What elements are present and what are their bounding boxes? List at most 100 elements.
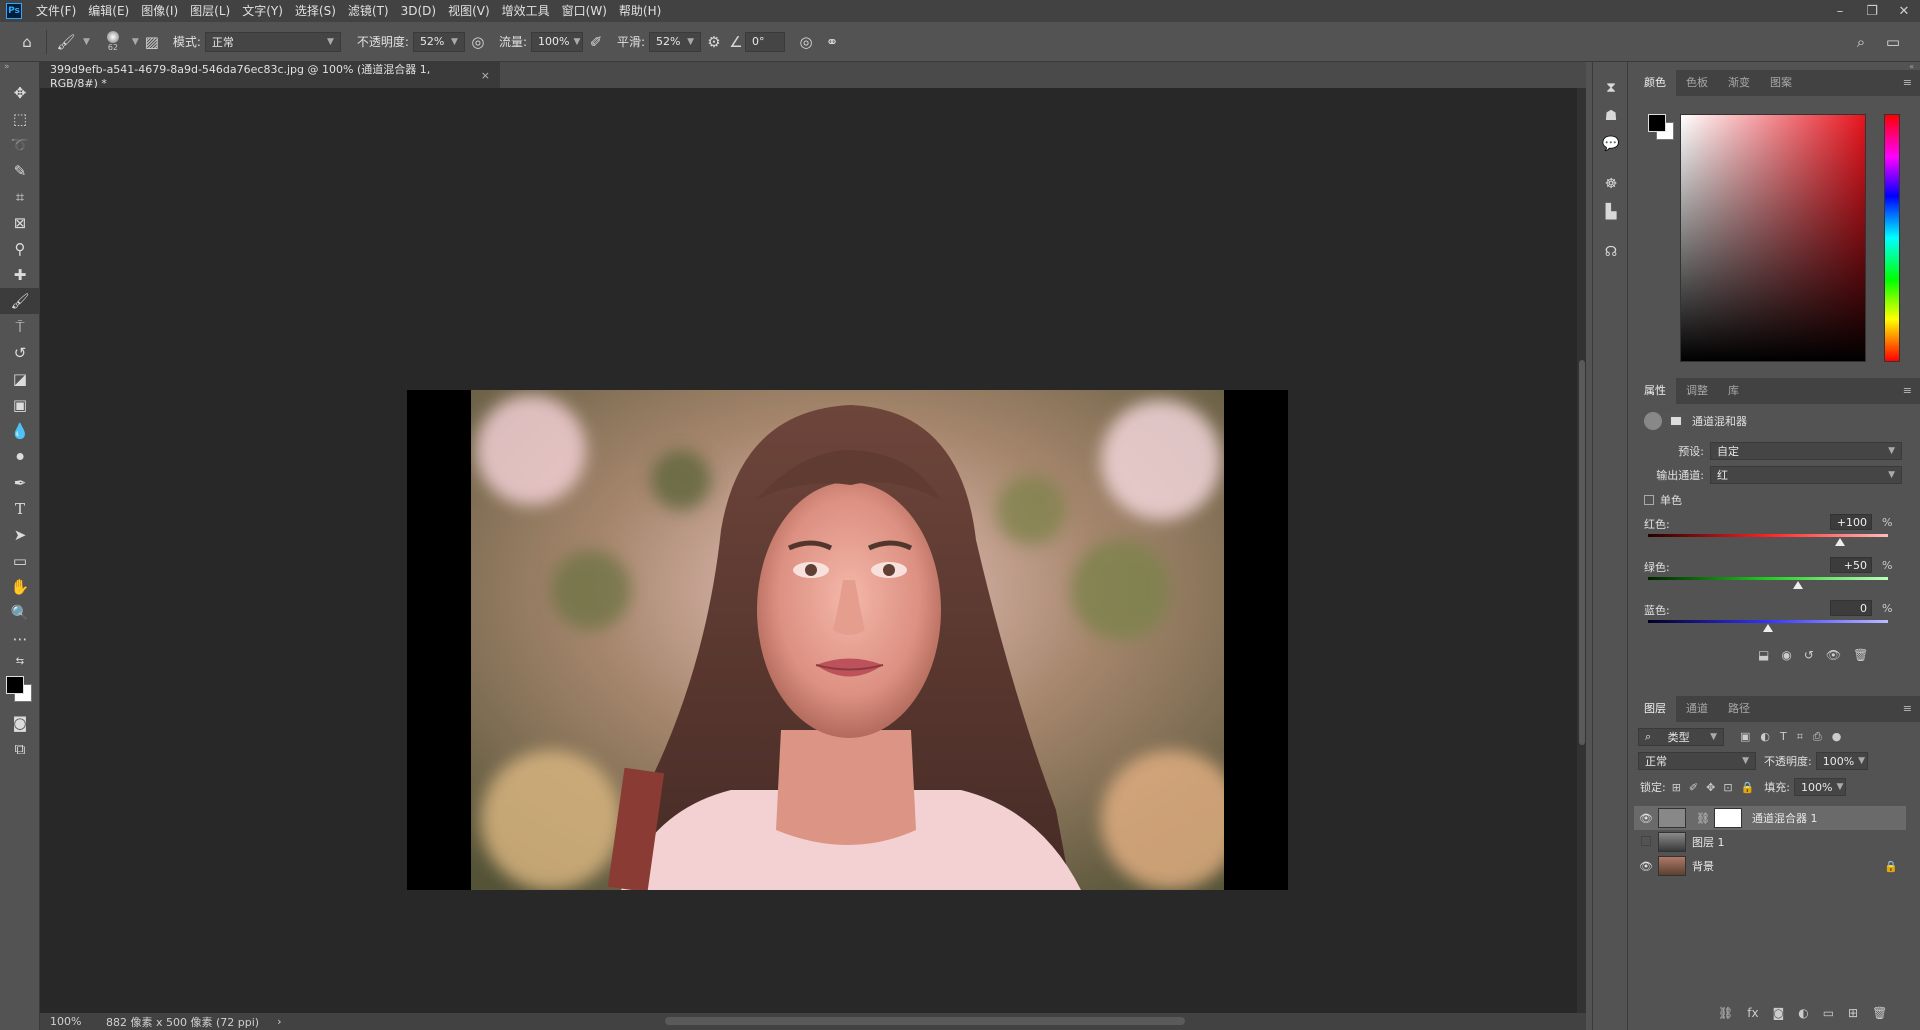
trash-icon[interactable]: 🗑: [1872, 1006, 1887, 1020]
new-group-icon[interactable]: ▭: [1823, 1006, 1834, 1020]
restore-button[interactable]: ❐: [1856, 0, 1888, 22]
panel-menu-icon[interactable]: ≡: [1903, 702, 1912, 715]
preset-select[interactable]: 自定 ▼: [1710, 442, 1902, 460]
quick-mask-icon[interactable]: ◙: [0, 710, 40, 736]
menu-edit[interactable]: 编辑(E): [82, 0, 135, 22]
menu-layer[interactable]: 图层(L): [184, 0, 236, 22]
layer-row-layer-1[interactable]: 图层 1: [1634, 830, 1906, 854]
crop-tool-icon[interactable]: ⌗: [0, 184, 40, 210]
reset-icon[interactable]: ↺: [1804, 648, 1814, 662]
menu-type[interactable]: 文字(Y): [236, 0, 289, 22]
opacity-input[interactable]: 52% ▼: [412, 31, 465, 52]
monochrome-checkbox[interactable]: [1644, 495, 1654, 505]
tab-libraries[interactable]: 库: [1718, 378, 1749, 404]
history-brush-tool-icon[interactable]: ↺: [0, 340, 40, 366]
lasso-tool-icon[interactable]: ➰: [0, 132, 40, 158]
green-channel-slider[interactable]: [1648, 577, 1888, 580]
smoothing-input[interactable]: 52% ▼: [649, 31, 702, 52]
adjust-panel-icon[interactable]: ☸: [1593, 170, 1629, 198]
layer-filter-icons[interactable]: ▣◐T⌗⎙●: [1740, 730, 1851, 744]
airbrush-icon[interactable]: ✐: [583, 29, 609, 55]
chevron-down-icon[interactable]: ▼: [132, 37, 139, 47]
marquee-tool-icon[interactable]: ⬚: [0, 106, 40, 132]
path-select-tool-icon[interactable]: ➤: [0, 522, 40, 548]
layer-name[interactable]: 背景: [1692, 858, 1714, 874]
layer-row-background[interactable]: 👁 背景 🔒: [1634, 854, 1906, 878]
panel-menu-icon[interactable]: ≡: [1903, 384, 1912, 397]
green-channel-input[interactable]: +50: [1830, 557, 1872, 573]
tab-channels[interactable]: 通道: [1676, 696, 1718, 722]
rectangle-tool-icon[interactable]: ▭: [0, 548, 40, 574]
document-tab[interactable]: 399d9efb-a541-4679-8a9d-546da76ec83c.jpg…: [40, 62, 500, 90]
monochrome-row[interactable]: 单色: [1644, 492, 1682, 508]
eraser-tool-icon[interactable]: ◪: [0, 366, 40, 392]
frame-tool-icon[interactable]: ⊠: [0, 210, 40, 236]
red-channel-slider[interactable]: [1648, 534, 1888, 537]
blue-channel-input[interactable]: 0: [1830, 600, 1872, 616]
color-swatches[interactable]: [0, 670, 40, 710]
menu-image[interactable]: 图像(I): [135, 0, 184, 22]
tab-paths[interactable]: 路径: [1718, 696, 1760, 722]
healing-brush-tool-icon[interactable]: ✚: [0, 262, 40, 288]
learn-panel-icon[interactable]: ☊: [1593, 238, 1629, 266]
collapse-panels-icon[interactable]: «: [1634, 62, 1920, 71]
pressure-opacity-icon[interactable]: ◎: [465, 29, 491, 55]
tab-properties[interactable]: 属性: [1634, 378, 1676, 404]
foreground-color-swatch[interactable]: [1648, 114, 1666, 132]
chevron-down-icon[interactable]: ▼: [83, 37, 90, 47]
foreground-color-swatch[interactable]: [6, 676, 24, 694]
menu-help[interactable]: 帮助(H): [613, 0, 667, 22]
menu-window[interactable]: 窗口(W): [556, 0, 613, 22]
saturation-brightness-field[interactable]: [1680, 114, 1866, 362]
lock-icons[interactable]: ⊞✐✥⊡🔒: [1672, 781, 1763, 794]
history-panel-icon[interactable]: ⧗: [1593, 74, 1629, 102]
view-previous-icon[interactable]: ◉: [1781, 648, 1791, 662]
vertical-scroll-thumb[interactable]: [1579, 360, 1585, 745]
brush-tool-icon[interactable]: 🖌: [53, 29, 79, 55]
canvas-photo[interactable]: [471, 390, 1224, 890]
tab-layers[interactable]: 图层: [1634, 696, 1676, 722]
layer-style-icon[interactable]: fx: [1747, 1006, 1758, 1020]
tab-swatches[interactable]: 色板: [1676, 70, 1718, 96]
horizontal-scroll-thumb[interactable]: [665, 1017, 1185, 1025]
blue-channel-slider-thumb[interactable]: [1763, 624, 1773, 632]
menu-filter[interactable]: 滤镜(T): [342, 0, 395, 22]
layer-mask-thumbnail[interactable]: [1713, 808, 1742, 828]
clip-to-layer-icon[interactable]: ⬓: [1758, 648, 1769, 662]
flow-input[interactable]: 100% ▼: [530, 31, 583, 52]
hue-slider[interactable]: [1884, 114, 1900, 362]
layer-row-channel-mixer[interactable]: 👁 ⛓ 通道混合器 1: [1634, 806, 1906, 830]
tab-gradients[interactable]: 渐变: [1718, 70, 1760, 96]
comments-panel-icon[interactable]: 💬: [1593, 130, 1629, 158]
brush-settings-icon[interactable]: ▨: [139, 29, 165, 55]
trash-icon[interactable]: 🗑: [1853, 648, 1868, 662]
new-layer-icon[interactable]: ⊞: [1848, 1006, 1858, 1020]
histogram-panel-icon[interactable]: ▙: [1593, 198, 1629, 226]
menu-select[interactable]: 选择(S): [289, 0, 342, 22]
collapse-arrows-icon[interactable]: »: [0, 62, 39, 80]
close-button[interactable]: ✕: [1888, 0, 1920, 22]
symmetry-icon[interactable]: ⚭: [819, 29, 845, 55]
canvas-area[interactable]: [40, 88, 1577, 1013]
output-channel-select[interactable]: 红 ▼: [1710, 466, 1902, 484]
workspace-icon[interactable]: ▭: [1880, 29, 1906, 55]
panel-menu-icon[interactable]: ≡: [1903, 76, 1912, 89]
search-icon[interactable]: ⌕: [1848, 29, 1874, 55]
quick-select-tool-icon[interactable]: ✎: [0, 158, 40, 184]
tab-adjustments[interactable]: 调整: [1676, 378, 1718, 404]
brush-tool-icon[interactable]: 🖌: [0, 288, 40, 314]
hand-tool-icon[interactable]: ✋: [0, 574, 40, 600]
fill-input[interactable]: 100% ▼: [1794, 778, 1847, 796]
menu-file[interactable]: 文件(F): [30, 0, 82, 22]
dodge-tool-icon[interactable]: ⚫: [0, 444, 40, 470]
visibility-eye-icon[interactable]: 👁: [1634, 860, 1658, 873]
swap-colors-icon[interactable]: ⇆: [0, 652, 40, 670]
visibility-toggle-empty[interactable]: [1634, 835, 1658, 849]
mask-icon[interactable]: [1668, 414, 1684, 428]
visibility-icon[interactable]: 👁: [1826, 648, 1841, 662]
brush-preset-picker[interactable]: 62: [98, 29, 128, 55]
more-tools-icon[interactable]: ⋯: [0, 626, 40, 652]
green-channel-slider-thumb[interactable]: [1793, 581, 1803, 589]
tab-color[interactable]: 颜色: [1634, 70, 1676, 96]
close-tab-icon[interactable]: ×: [481, 69, 490, 82]
